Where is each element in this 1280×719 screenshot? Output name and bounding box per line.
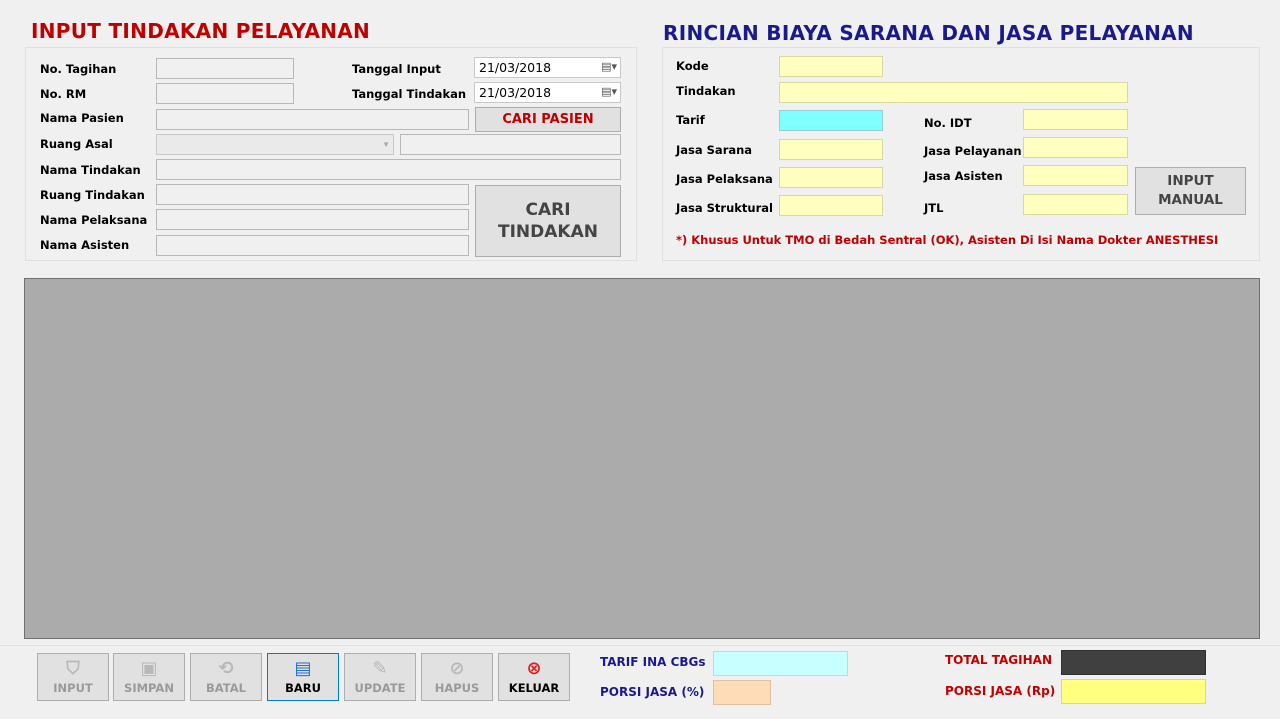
pencil-icon: ✎ — [372, 658, 388, 679]
nama-tindakan-field[interactable] — [156, 159, 621, 180]
tanggal-input-datepicker[interactable]: 21/03/2018 ▤▾ — [474, 57, 621, 78]
simpan-button-label: SIMPAN — [124, 681, 174, 695]
floppy-disk-icon: ▣ — [140, 658, 158, 679]
tanggal-tindakan-datepicker[interactable]: 21/03/2018 ▤▾ — [474, 82, 621, 103]
jtl-field[interactable] — [1023, 194, 1128, 215]
tindakan-label: Tindakan — [676, 84, 736, 98]
tarif-ina-cbgs-label: TARIF INA CBGs — [600, 655, 706, 669]
no-rm-field[interactable] — [156, 83, 294, 104]
no-idt-label: No. IDT — [924, 116, 972, 130]
nama-tindakan-label: Nama Tindakan — [40, 163, 141, 177]
update-button[interactable]: ✎ UPDATE — [344, 653, 416, 701]
tarif-ina-cbgs-field[interactable] — [713, 651, 848, 676]
tindakan-field[interactable] — [779, 82, 1128, 103]
tanggal-input-label: Tanggal Input — [352, 62, 441, 76]
cari-pasien-button[interactable]: CARI PASIEN — [475, 107, 621, 132]
tindakan-data-grid[interactable] — [24, 278, 1260, 639]
input-manual-label-2: MANUAL — [1158, 192, 1223, 208]
jasa-pelayanan-label: Jasa Pelayanan — [924, 144, 1022, 158]
total-tagihan-field[interactable] — [1061, 650, 1206, 675]
tarif-label: Tarif — [676, 113, 705, 127]
tanggal-tindakan-label: Tanggal Tindakan — [352, 87, 467, 101]
anesthesi-note: *) Khusus Untuk TMO di Bedah Sentral (OK… — [676, 233, 1219, 247]
hapus-button-label: HAPUS — [434, 681, 480, 695]
no-tagihan-field[interactable] — [156, 58, 294, 79]
toolbar-divider — [0, 645, 1280, 646]
nama-asisten-field[interactable] — [156, 235, 469, 256]
nama-pasien-label: Nama Pasien — [40, 111, 124, 125]
no-idt-field[interactable] — [1023, 109, 1128, 130]
input-button-label: INPUT — [53, 681, 93, 695]
batal-button[interactable]: ⟲ BATAL — [190, 653, 262, 701]
jasa-struktural-field[interactable] — [779, 195, 883, 216]
ruang-tindakan-label: Ruang Tindakan — [40, 188, 145, 202]
kode-label: Kode — [676, 59, 709, 73]
cari-tindakan-button[interactable]: CARI TINDAKAN — [475, 185, 621, 257]
cari-tindakan-label-1: CARI — [525, 200, 571, 220]
ruang-asal-label: Ruang Asal — [40, 137, 113, 151]
simpan-button[interactable]: ▣ SIMPAN — [113, 653, 185, 701]
jasa-pelaksana-label: Jasa Pelaksana — [676, 172, 773, 186]
porsi-jasa-pct-label: PORSI JASA (%) — [600, 685, 705, 699]
nama-pelaksana-label: Nama Pelaksana — [40, 213, 148, 227]
keluar-button[interactable]: ⊗ KELUAR — [498, 653, 570, 701]
jasa-asisten-field[interactable] — [1023, 165, 1128, 186]
shield-icon: ⛉ — [66, 658, 80, 679]
jasa-sarana-field[interactable] — [779, 139, 883, 160]
baru-button-label: BARU — [285, 681, 321, 695]
nama-asisten-label: Nama Asisten — [40, 238, 130, 252]
total-tagihan-label: TOTAL TAGIHAN — [945, 653, 1052, 667]
hapus-button[interactable]: ⊘ HAPUS — [421, 653, 493, 701]
new-document-icon: ▤ — [294, 658, 312, 679]
baru-button[interactable]: ▤ BARU — [267, 653, 339, 701]
no-tagihan-label: No. Tagihan — [40, 62, 117, 76]
jtl-label: JTL — [924, 201, 944, 215]
no-rm-label: No. RM — [40, 87, 87, 101]
tarif-field[interactable] — [779, 110, 883, 131]
keluar-button-label: KELUAR — [508, 681, 560, 695]
input-tindakan-title: INPUT TINDAKAN PELAYANAN — [31, 19, 371, 43]
calendar-dropdown-icon[interactable]: ▤▾ — [601, 60, 617, 73]
porsi-jasa-pct-field[interactable] — [713, 680, 771, 705]
nama-pasien-field[interactable] — [156, 109, 469, 130]
tanggal-tindakan-value: 21/03/2018 — [479, 85, 552, 100]
batal-button-label: BATAL — [206, 681, 246, 695]
input-manual-button[interactable]: INPUT MANUAL — [1135, 167, 1246, 215]
ruang-asal-select[interactable]: ▼ — [156, 134, 394, 155]
update-button-label: UPDATE — [354, 681, 406, 695]
ruang-tindakan-field[interactable] — [156, 184, 469, 205]
ruang-asal-detail-field[interactable] — [400, 134, 621, 155]
tanggal-input-value: 21/03/2018 — [479, 60, 552, 75]
kode-field[interactable] — [779, 56, 883, 77]
porsi-jasa-rp-label: PORSI JASA (Rp) — [945, 684, 1056, 698]
delete-icon: ⊘ — [449, 658, 465, 679]
jasa-pelayanan-field[interactable] — [1023, 137, 1128, 158]
exit-shield-icon: ⊗ — [526, 658, 542, 679]
jasa-pelaksana-field[interactable] — [779, 167, 883, 188]
nama-pelaksana-field[interactable] — [156, 209, 469, 230]
calendar-dropdown-icon[interactable]: ▤▾ — [601, 85, 617, 98]
input-manual-label-1: INPUT — [1167, 173, 1214, 189]
jasa-struktural-label: Jasa Struktural — [676, 201, 773, 215]
rincian-biaya-title: RINCIAN BIAYA SARANA DAN JASA PELAYANAN — [663, 21, 1194, 45]
chevron-down-icon: ▼ — [382, 140, 390, 149]
jasa-sarana-label: Jasa Sarana — [676, 143, 753, 157]
input-button[interactable]: ⛉ INPUT — [37, 653, 109, 701]
porsi-jasa-rp-field[interactable] — [1061, 679, 1206, 704]
undo-basket-icon: ⟲ — [218, 658, 234, 679]
jasa-asisten-label: Jasa Asisten — [924, 169, 1003, 183]
cari-tindakan-label-2: TINDAKAN — [498, 222, 598, 242]
